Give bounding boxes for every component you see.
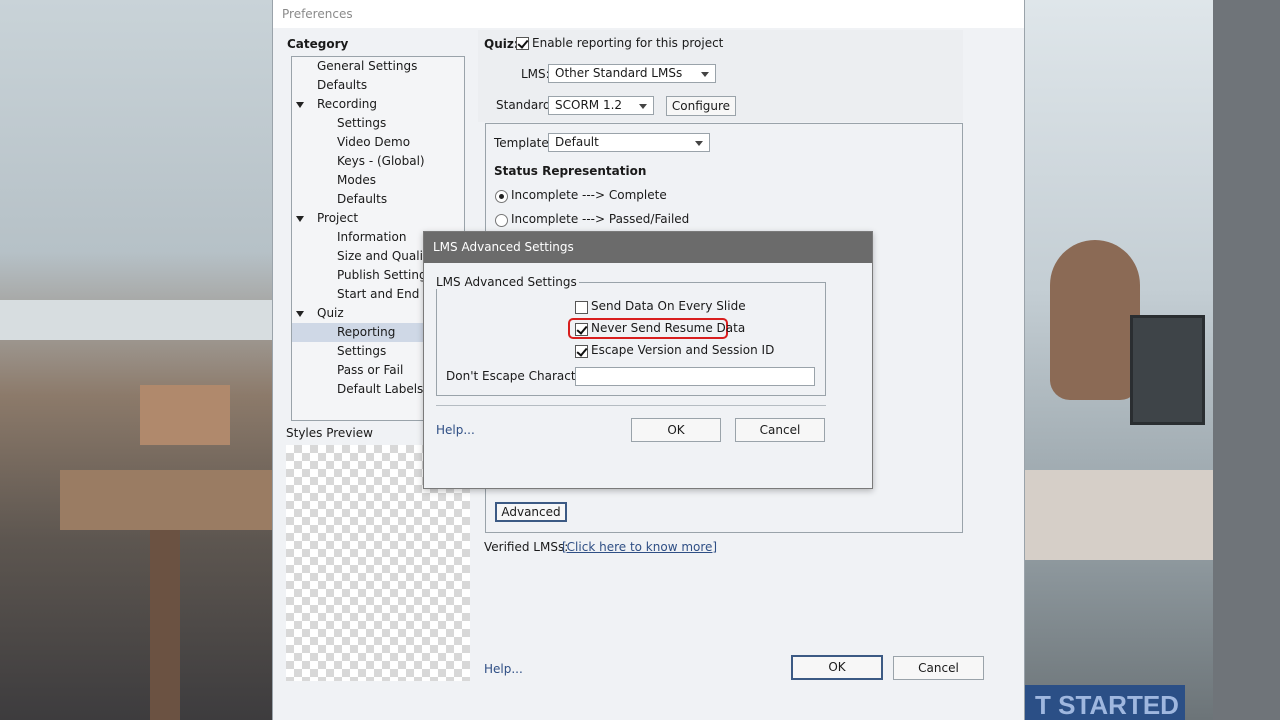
checkbox-icon bbox=[516, 37, 529, 50]
tree-item-label: Modes bbox=[337, 173, 376, 187]
dialog-title: LMS Advanced Settings bbox=[424, 232, 872, 263]
tree-item-label: Size and Quality bbox=[337, 249, 435, 263]
background-monitor bbox=[1130, 315, 1205, 425]
tree-item-label: General Settings bbox=[317, 59, 418, 73]
lms-label: LMS: bbox=[521, 67, 550, 81]
background-shelf bbox=[0, 300, 272, 340]
verified-lms-link[interactable]: [Click here to know more] bbox=[562, 540, 717, 554]
tree-item-label: Defaults bbox=[337, 192, 388, 206]
lms-select[interactable]: Other Standard LMSs bbox=[548, 64, 716, 83]
checkbox-icon bbox=[575, 301, 588, 314]
send-data-every-slide-label: Send Data On Every Slide bbox=[591, 299, 746, 313]
quiz-label: Quiz: bbox=[484, 37, 519, 51]
escape-version-session-label: Escape Version and Session ID bbox=[591, 343, 775, 357]
tree-item[interactable]: Settings bbox=[292, 114, 464, 133]
tree-item[interactable]: Video Demo bbox=[292, 133, 464, 152]
standard-select[interactable]: SCORM 1.2 bbox=[548, 96, 654, 115]
tree-item[interactable]: General Settings bbox=[292, 57, 464, 76]
background-photo-left bbox=[0, 0, 272, 720]
status-radio-passed-label: Incomplete ---> Passed/Failed bbox=[511, 212, 690, 226]
radio-icon bbox=[495, 214, 508, 227]
tree-item-label: Default Labels bbox=[337, 382, 424, 396]
background-desk bbox=[60, 470, 272, 530]
tree-item-label: Settings bbox=[337, 344, 387, 358]
status-radio-complete-label: Incomplete ---> Complete bbox=[511, 188, 667, 202]
tree-item[interactable]: Defaults bbox=[292, 190, 464, 209]
tree-item-label: Defaults bbox=[317, 78, 368, 92]
tree-item[interactable]: Recording bbox=[292, 95, 464, 114]
tree-item-label: Information bbox=[337, 230, 407, 244]
dont-escape-input[interactable] bbox=[575, 367, 815, 386]
tree-item-label: Video Demo bbox=[337, 135, 411, 149]
chevron-down-icon bbox=[701, 72, 709, 77]
template-label: Template: bbox=[494, 136, 553, 150]
background-banner: T STARTED bbox=[1025, 685, 1185, 720]
standard-select-value: SCORM 1.2 bbox=[555, 98, 623, 112]
tree-item-label: Recording bbox=[317, 97, 378, 111]
never-send-resume-data-checkbox[interactable] bbox=[575, 322, 588, 336]
tree-item[interactable]: Modes bbox=[292, 171, 464, 190]
dialog-cancel-button[interactable]: Cancel bbox=[735, 418, 825, 442]
expand-arrow-icon[interactable] bbox=[296, 102, 304, 108]
tree-item-label: Start and End bbox=[337, 287, 420, 301]
status-representation-title: Status Representation bbox=[494, 164, 647, 178]
tree-item-label: Project bbox=[317, 211, 359, 225]
template-select-value: Default bbox=[555, 135, 599, 149]
dialog-help-link[interactable]: Help... bbox=[436, 423, 475, 437]
never-send-resume-data-label: Never Send Resume Data bbox=[591, 321, 746, 335]
tree-item-label: Settings bbox=[337, 116, 387, 130]
tree-item-label: Quiz bbox=[317, 306, 344, 320]
cancel-button[interactable]: Cancel bbox=[893, 656, 984, 680]
status-radio-passed[interactable] bbox=[495, 213, 508, 227]
category-title: Category bbox=[287, 37, 349, 51]
lms-advanced-settings-dialog: LMS Advanced Settings LMS Advanced Setti… bbox=[423, 231, 873, 489]
advanced-button[interactable]: Advanced bbox=[495, 502, 567, 522]
advanced-settings-group-label: LMS Advanced Settings bbox=[434, 275, 579, 289]
background-desk-leg bbox=[150, 530, 180, 720]
ok-button[interactable]: OK bbox=[791, 655, 883, 680]
tree-item-label: Reporting bbox=[337, 325, 396, 339]
expand-arrow-icon[interactable] bbox=[296, 216, 304, 222]
chevron-down-icon bbox=[695, 141, 703, 146]
status-radio-complete[interactable] bbox=[495, 189, 508, 203]
enable-reporting-checkbox[interactable] bbox=[516, 36, 529, 50]
enable-reporting-label: Enable reporting for this project bbox=[532, 36, 724, 50]
verified-lms-label: Verified LMSs: bbox=[484, 540, 569, 554]
tree-item[interactable]: Keys - (Global) bbox=[292, 152, 464, 171]
background-box bbox=[140, 385, 230, 445]
radio-icon bbox=[495, 190, 508, 203]
tree-item[interactable]: Project bbox=[292, 209, 464, 228]
standard-label: Standard: bbox=[496, 98, 555, 112]
escape-version-session-checkbox[interactable] bbox=[575, 344, 588, 358]
dialog-ok-button[interactable]: OK bbox=[631, 418, 721, 442]
tree-item[interactable]: Defaults bbox=[292, 76, 464, 95]
checkbox-icon bbox=[575, 323, 588, 336]
styles-preview-label: Styles Preview bbox=[286, 426, 373, 440]
tree-item-label: Pass or Fail bbox=[337, 363, 404, 377]
background-table bbox=[1025, 470, 1213, 560]
template-select[interactable]: Default bbox=[548, 133, 710, 152]
lms-select-value: Other Standard LMSs bbox=[555, 66, 683, 80]
configure-button[interactable]: Configure bbox=[666, 96, 736, 116]
chevron-down-icon bbox=[639, 104, 647, 109]
help-link[interactable]: Help... bbox=[484, 662, 523, 676]
background-wall bbox=[1213, 0, 1280, 720]
checkbox-icon bbox=[575, 345, 588, 358]
tree-item-label: Publish Settings bbox=[337, 268, 433, 282]
dialog-separator bbox=[436, 405, 826, 406]
send-data-every-slide-checkbox[interactable] bbox=[575, 300, 588, 314]
tree-item-label: Keys - (Global) bbox=[337, 154, 425, 168]
background-person bbox=[1050, 240, 1140, 400]
window-title: Preferences bbox=[273, 0, 1024, 28]
background-photo-right: T STARTED bbox=[1025, 0, 1280, 720]
expand-arrow-icon[interactable] bbox=[296, 311, 304, 317]
